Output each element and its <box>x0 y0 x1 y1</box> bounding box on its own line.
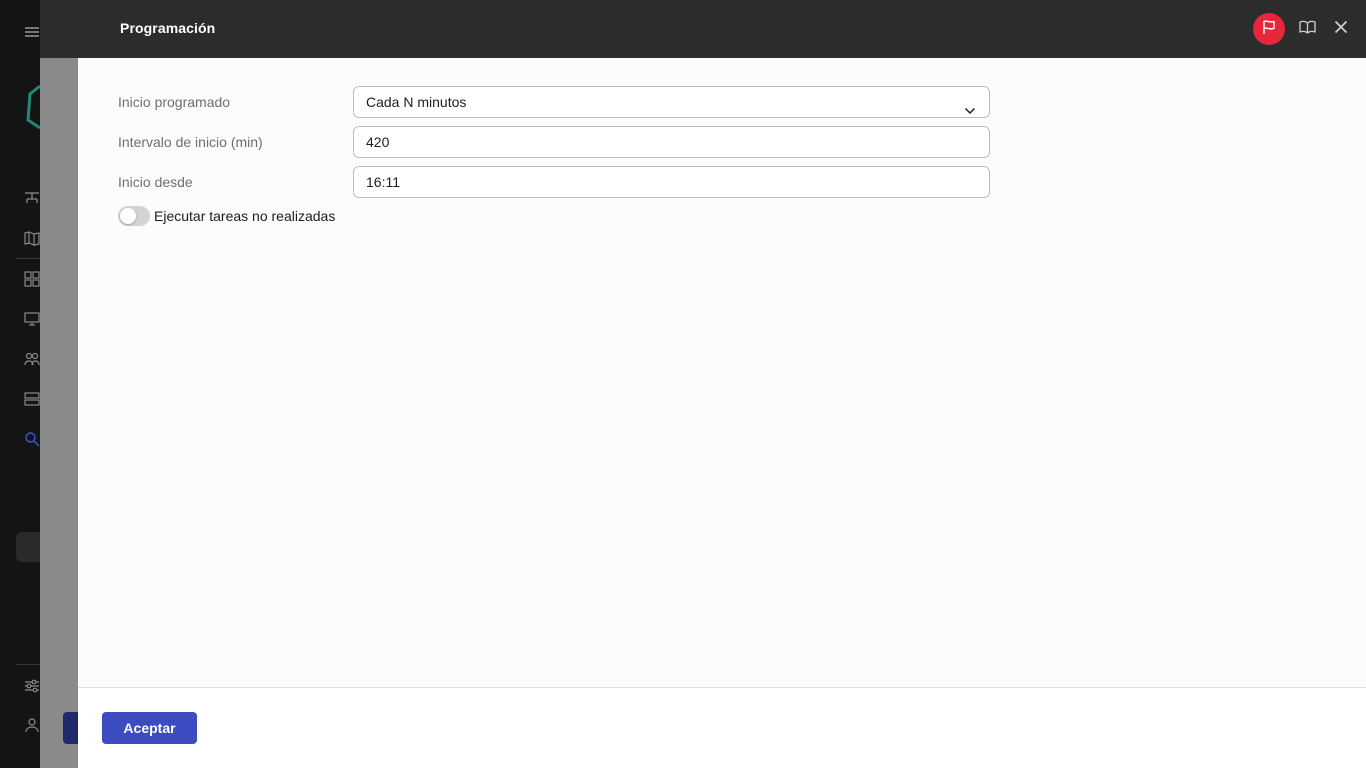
help-book-button[interactable] <box>1291 13 1323 45</box>
flag-icon <box>1261 19 1277 40</box>
start-from-label: Inicio desde <box>118 174 193 190</box>
background-sidebar <box>0 0 40 768</box>
monitor-icon <box>24 311 40 327</box>
start-from-input[interactable]: 16:11 <box>353 166 990 198</box>
flag-button[interactable] <box>1253 13 1285 45</box>
app-logo <box>26 84 40 130</box>
run-missed-tasks-row: Ejecutar tareas no realizadas <box>118 205 335 227</box>
scheduled-start-label: Inicio programado <box>118 94 231 110</box>
panel-header: Programación <box>78 0 1366 58</box>
book-icon <box>1298 20 1316 39</box>
sidebar-divider <box>16 258 40 259</box>
settings-sliders-icon <box>24 678 40 694</box>
start-interval-input[interactable]: 420 <box>353 126 990 158</box>
schedule-panel: Programación Inicio programado Cada N mi… <box>78 0 1366 768</box>
menu-icon <box>24 24 40 40</box>
user-icon <box>24 717 40 733</box>
accept-button[interactable]: Aceptar <box>102 712 197 744</box>
chevron-down-icon <box>964 97 976 115</box>
close-icon <box>1334 20 1348 39</box>
panel-title: Programación <box>120 20 216 36</box>
sidebar-divider-bottom <box>16 664 40 665</box>
search-icon <box>24 431 40 447</box>
run-missed-tasks-label: Ejecutar tareas no realizadas <box>154 208 336 224</box>
scheduled-start-select[interactable]: Cada N minutos <box>353 86 990 118</box>
scheduled-start-row: Inicio programado Cada N minutos <box>118 86 990 118</box>
toggle-knob <box>120 208 136 224</box>
scheduled-start-value: Cada N minutos <box>366 94 467 110</box>
start-interval-row: Intervalo de inicio (min) 420 <box>118 126 990 158</box>
sidebar-pill <box>16 532 40 562</box>
users-icon <box>24 351 40 367</box>
run-missed-tasks-toggle[interactable] <box>118 206 150 226</box>
network-icon <box>24 190 40 206</box>
start-from-row: Inicio desde 16:11 <box>118 166 990 198</box>
panel-footer: Aceptar <box>78 688 1366 768</box>
start-interval-label: Intervalo de inicio (min) <box>118 134 263 150</box>
storage-icon <box>24 391 40 407</box>
map-icon <box>24 230 40 246</box>
dashboard-icon <box>24 271 40 287</box>
close-button[interactable] <box>1325 13 1357 45</box>
